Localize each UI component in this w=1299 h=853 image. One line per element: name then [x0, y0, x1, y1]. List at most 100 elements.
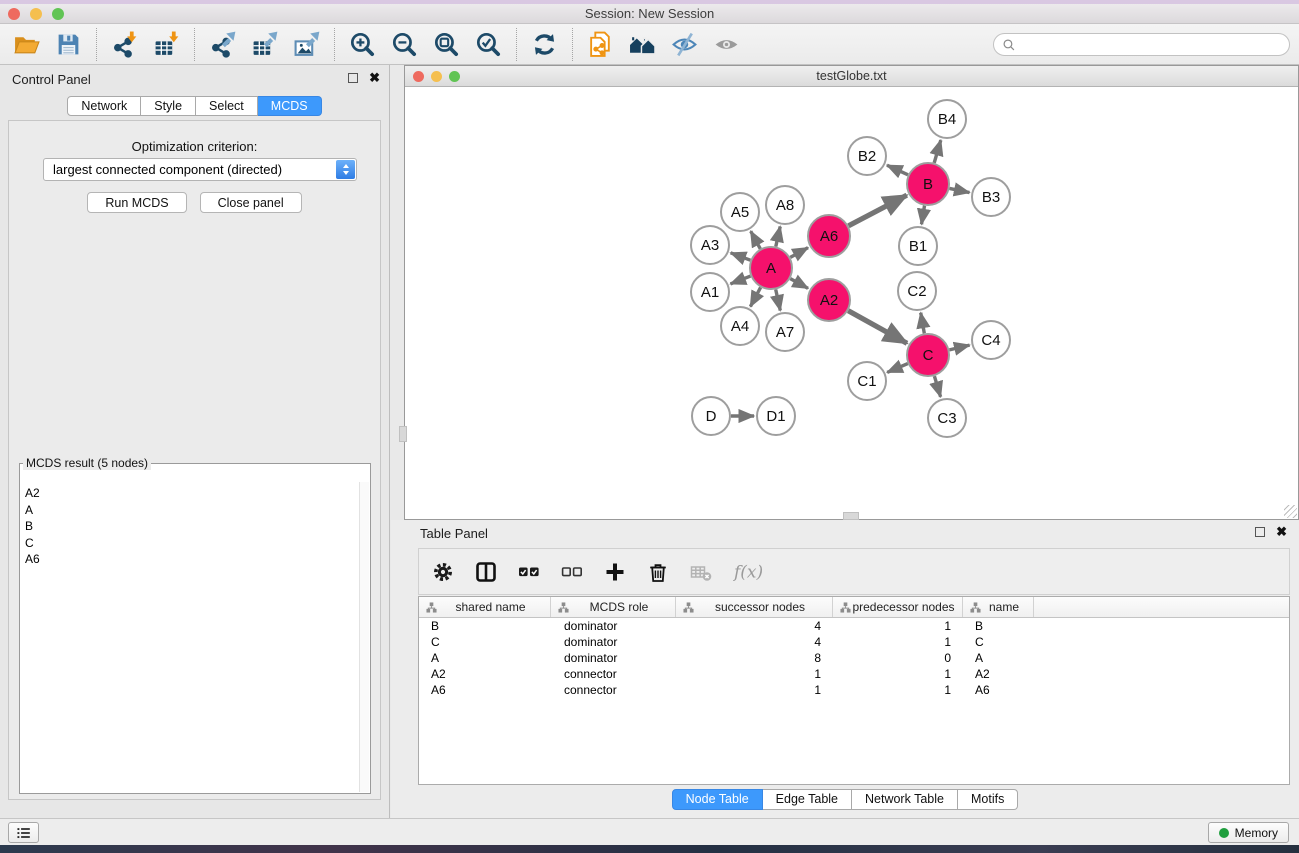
search-box[interactable]: [993, 33, 1290, 56]
table-cell[interactable]: A6: [963, 683, 1034, 697]
tab-network[interactable]: Network: [67, 96, 141, 116]
network-close-button[interactable]: [413, 71, 424, 82]
run-mcds-button[interactable]: Run MCDS: [87, 192, 186, 213]
result-list-item[interactable]: A2: [25, 485, 358, 502]
graph-edge-A-A4[interactable]: [750, 287, 760, 306]
settings-button[interactable]: [432, 561, 454, 583]
hide-all-columns-button[interactable]: [561, 561, 583, 583]
graph-edge-A-A6[interactable]: [790, 248, 808, 258]
table-cell[interactable]: dominator: [551, 635, 676, 649]
graph-edge-B-B1[interactable]: [922, 206, 925, 225]
close-panel-button[interactable]: Close panel: [200, 192, 302, 213]
graph-edge-A-A7[interactable]: [776, 290, 781, 311]
table-cell[interactable]: 8: [676, 651, 833, 665]
table-cell[interactable]: B: [963, 619, 1034, 633]
graph-edge-B-B2[interactable]: [887, 165, 908, 175]
show-all-columns-button[interactable]: [518, 561, 540, 583]
graph-edge-B-B3[interactable]: [950, 188, 970, 192]
tab-node-table[interactable]: Node Table: [672, 789, 763, 810]
table-row[interactable]: Adominator80A: [419, 650, 1289, 666]
tab-select[interactable]: Select: [196, 96, 258, 116]
table-cell[interactable]: A: [419, 651, 551, 665]
result-list-scrollbar[interactable]: [359, 482, 369, 792]
search-input[interactable]: [1021, 38, 1281, 52]
table-cell[interactable]: dominator: [551, 619, 676, 633]
criterion-select[interactable]: largest connected component (directed): [43, 158, 357, 181]
network-zoom-button[interactable]: [449, 71, 460, 82]
table-cell[interactable]: B: [419, 619, 551, 633]
zoom-window-button[interactable]: [52, 8, 64, 20]
column-header-MCDS-role[interactable]: MCDS role: [551, 597, 676, 617]
table-cell[interactable]: A6: [419, 683, 551, 697]
network-window-titlebar[interactable]: testGlobe.txt: [405, 66, 1298, 87]
result-list-item[interactable]: C: [25, 535, 358, 552]
zoom-out-button[interactable]: [386, 27, 423, 61]
refresh-layout-button[interactable]: [526, 27, 563, 61]
zoom-in-button[interactable]: [344, 27, 381, 61]
graph-edge-A2-C[interactable]: [848, 311, 907, 344]
vertical-splitter-grip[interactable]: [399, 426, 407, 442]
table-cell[interactable]: connector: [551, 667, 676, 681]
split-view-button[interactable]: [475, 561, 497, 583]
duplicate-network-button[interactable]: [582, 27, 619, 61]
table-cell[interactable]: 4: [676, 635, 833, 649]
zoom-fit-button[interactable]: [428, 27, 465, 61]
save-session-button[interactable]: [50, 27, 87, 61]
graph-edge-A6-B[interactable]: [849, 195, 907, 226]
network-minimize-button[interactable]: [431, 71, 442, 82]
tab-motifs[interactable]: Motifs: [958, 789, 1018, 810]
table-cell[interactable]: C: [963, 635, 1034, 649]
close-panel-icon[interactable]: ✖: [369, 72, 380, 83]
graph-edge-B-B4[interactable]: [934, 140, 941, 163]
import-table-button[interactable]: [148, 27, 185, 61]
table-row[interactable]: A2connector11A2: [419, 666, 1289, 682]
table-cell[interactable]: 1: [833, 683, 963, 697]
graph-edge-A-A3[interactable]: [731, 253, 751, 260]
table-cell[interactable]: A2: [419, 667, 551, 681]
table-row[interactable]: Bdominator41B: [419, 618, 1289, 634]
window-resize-grip[interactable]: [1284, 505, 1297, 518]
table-cell[interactable]: 1: [833, 619, 963, 633]
table-cell[interactable]: A2: [963, 667, 1034, 681]
export-image-button[interactable]: [288, 27, 325, 61]
graph-edge-A-A8[interactable]: [776, 227, 780, 247]
delete-column-button[interactable]: [647, 561, 669, 583]
result-list-item[interactable]: A6: [25, 551, 358, 568]
table-cell[interactable]: C: [419, 635, 551, 649]
table-cell[interactable]: dominator: [551, 651, 676, 665]
table-cell[interactable]: 4: [676, 619, 833, 633]
table-row[interactable]: Cdominator41C: [419, 634, 1289, 650]
column-header-name[interactable]: name: [963, 597, 1034, 617]
result-list-item[interactable]: A: [25, 502, 358, 519]
float-panel-icon[interactable]: [348, 73, 358, 83]
graph-edge-A-A1[interactable]: [731, 276, 751, 284]
graph-edge-C-C4[interactable]: [949, 345, 969, 350]
network-canvas[interactable]: B4B2BB3A5A8A6A3AB1A1C2A2A4A7CC4C1C3DD1: [405, 87, 1298, 519]
tab-style[interactable]: Style: [141, 96, 196, 116]
open-file-button[interactable]: [8, 27, 45, 61]
graph-edge-A-A5[interactable]: [751, 231, 761, 249]
minimize-window-button[interactable]: [30, 8, 42, 20]
memory-button[interactable]: Memory: [1208, 822, 1289, 843]
table-cell[interactable]: 0: [833, 651, 963, 665]
import-network-button[interactable]: [106, 27, 143, 61]
table-cell[interactable]: 1: [676, 683, 833, 697]
add-column-button[interactable]: [604, 561, 626, 583]
horizontal-splitter-grip[interactable]: [843, 512, 859, 520]
graph-edge-A-A2[interactable]: [790, 279, 808, 289]
export-table-button[interactable]: [246, 27, 283, 61]
tab-network-table[interactable]: Network Table: [852, 789, 958, 810]
table-cell[interactable]: A: [963, 651, 1034, 665]
table-cell[interactable]: 1: [676, 667, 833, 681]
close-window-button[interactable]: [8, 8, 20, 20]
tab-edge-table[interactable]: Edge Table: [763, 789, 852, 810]
table-cell[interactable]: 1: [833, 635, 963, 649]
network-graph[interactable]: B4B2BB3A5A8A6A3AB1A1C2A2A4A7CC4C1C3DD1: [405, 87, 1298, 519]
zoom-selected-button[interactable]: [470, 27, 507, 61]
result-list-item[interactable]: B: [25, 518, 358, 535]
column-header-successor-nodes[interactable]: successor nodes: [676, 597, 833, 617]
home-pair-button[interactable]: [624, 27, 661, 61]
table-row[interactable]: A6connector11A6: [419, 682, 1289, 698]
table-cell[interactable]: connector: [551, 683, 676, 697]
float-table-panel-icon[interactable]: [1255, 527, 1265, 537]
